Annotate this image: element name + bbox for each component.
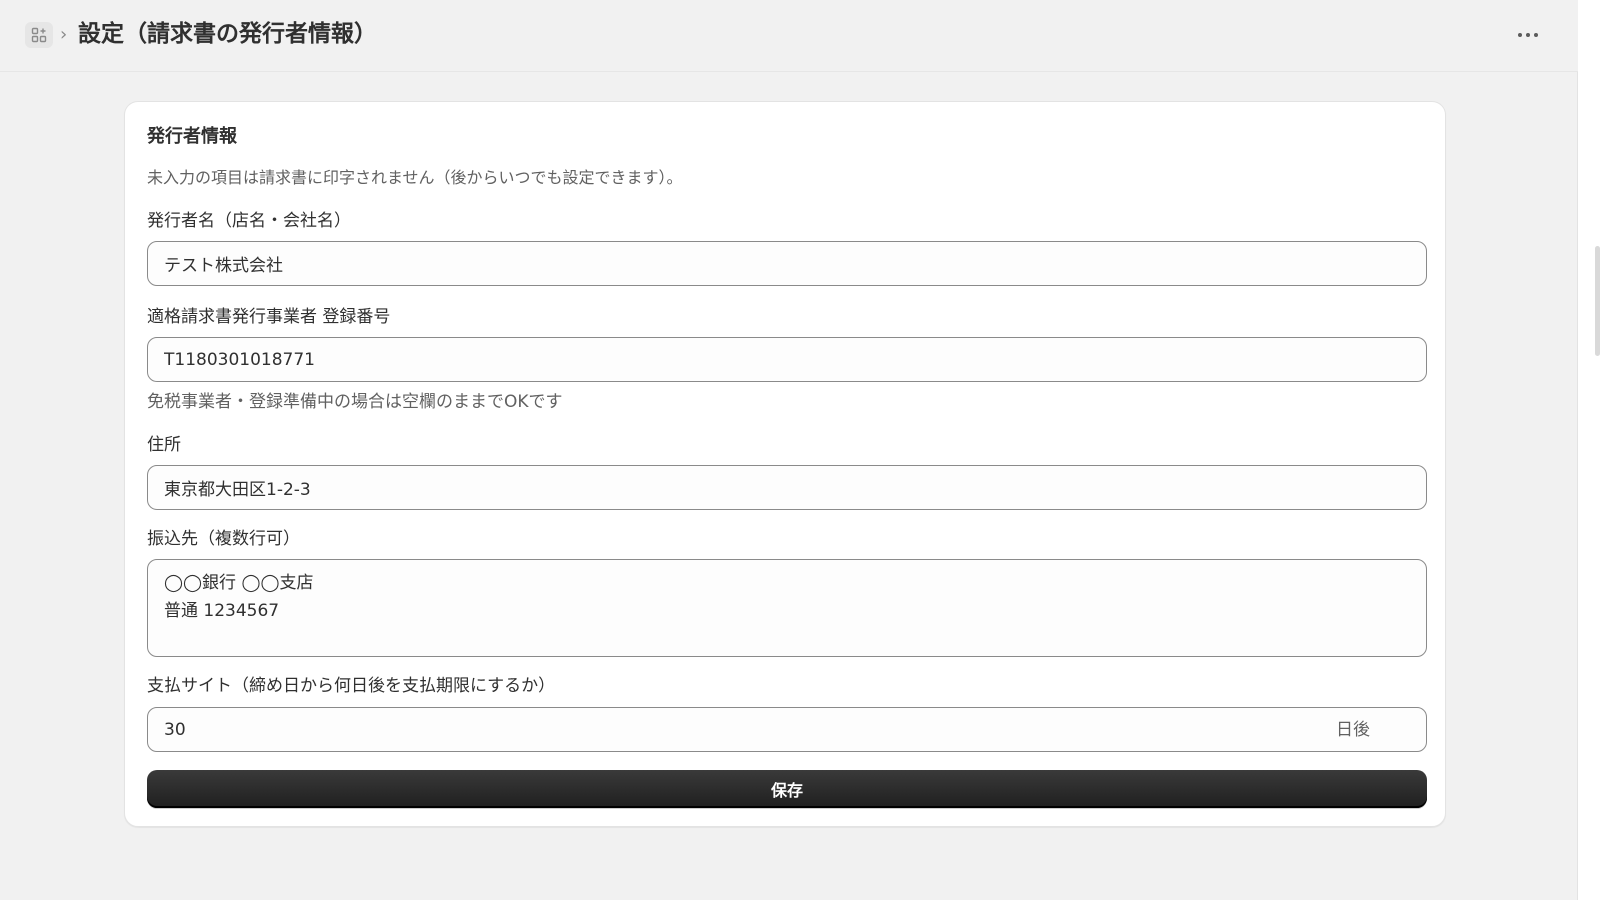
- issuer-settings-card: 発行者情報 未入力の項目は請求書に印字されません（後からいつでも設定できます）。…: [124, 101, 1446, 827]
- scrollbar-thumb[interactable]: [1595, 246, 1600, 356]
- bank-account-textarea[interactable]: ◯◯銀行 ◯◯支店 普通 1234567: [147, 559, 1427, 657]
- payment-terms-label: 支払サイト（締め日から何日後を支払期限にするか）: [147, 676, 556, 696]
- registration-number-label: 適格請求書発行事業者 登録番号: [147, 307, 391, 327]
- apps-button[interactable]: [25, 22, 53, 48]
- bank-account-label: 振込先（複数行可）: [147, 529, 300, 549]
- top-bar: › 設定（請求書の発行者情報）: [0, 0, 1578, 72]
- issuer-name-label: 発行者名（店名・会社名）: [147, 211, 351, 231]
- address-label: 住所: [147, 435, 181, 455]
- apps-icon: [31, 27, 47, 43]
- breadcrumb-separator: ›: [60, 24, 68, 45]
- intro-note: 未入力の項目は請求書に印字されません（後からいつでも設定できます）。: [147, 168, 683, 187]
- save-button[interactable]: 保存: [147, 770, 1427, 808]
- address-input[interactable]: [147, 465, 1427, 510]
- payment-terms-input[interactable]: [148, 708, 1288, 751]
- registration-number-help: 免税事業者・登録準備中の場合は空欄のままでOKです: [147, 392, 563, 412]
- section-title: 発行者情報: [147, 126, 237, 147]
- registration-number-input[interactable]: [147, 337, 1427, 382]
- page-title: 設定（請求書の発行者情報）: [78, 21, 377, 47]
- payment-terms-suffix: 日後: [1336, 720, 1370, 740]
- payment-terms-field: 日後: [147, 707, 1427, 752]
- issuer-name-input[interactable]: [147, 241, 1427, 286]
- more-actions-button[interactable]: [1514, 22, 1542, 48]
- scrollbar-track[interactable]: [1577, 0, 1600, 900]
- more-horizontal-icon: [1518, 33, 1538, 37]
